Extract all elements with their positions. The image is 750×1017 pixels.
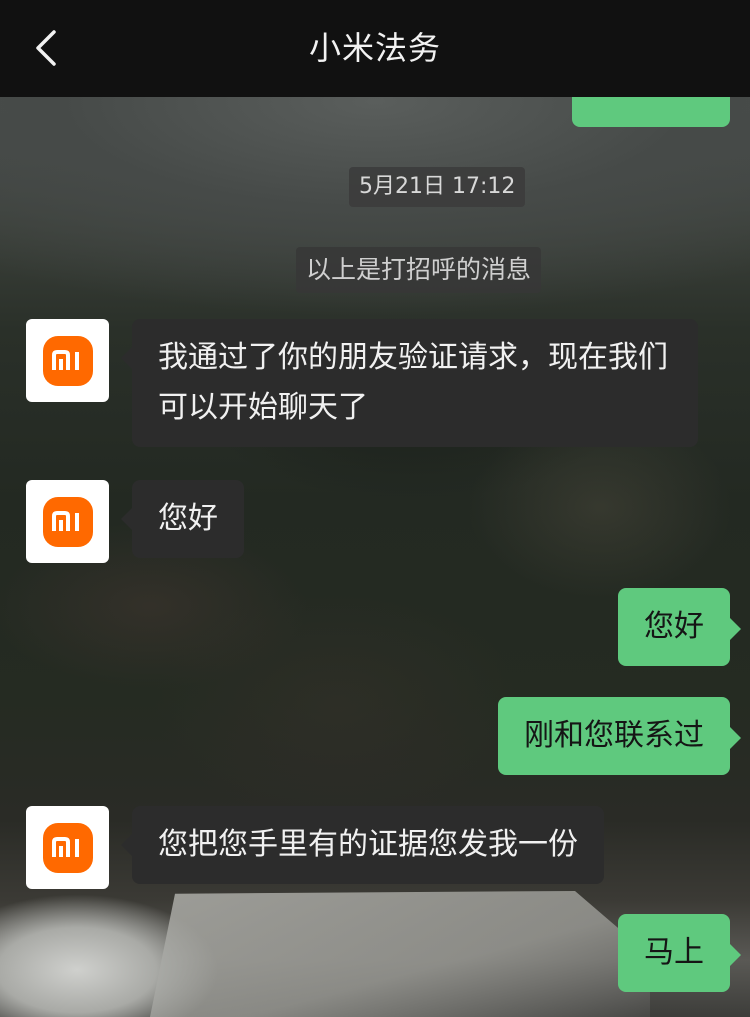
xiaomi-logo-icon (42, 335, 93, 386)
outgoing-message-bubble[interactable]: 刚和您联系过 (498, 697, 741, 775)
incoming-message-bubble[interactable]: 您好 (121, 480, 244, 558)
message-timestamp: 5月21日 17:12 (349, 167, 526, 207)
chevron-left-icon (36, 30, 56, 66)
system-message: 以上是打招呼的消息 (296, 247, 542, 293)
contact-avatar[interactable] (26, 319, 109, 402)
xiaomi-logo-icon (42, 822, 93, 873)
contact-avatar[interactable] (26, 480, 109, 563)
xiaomi-logo-icon (42, 496, 93, 547)
chat-title: 小米法务 (308, 29, 441, 67)
message-list[interactable]: 5月21日 17:12 以上是打招呼的消息 我通过了你的朋友验证请求，现在我们可… (0, 37, 750, 1017)
contact-avatar[interactable] (26, 806, 109, 889)
outgoing-message-bubble[interactable]: 您好 (618, 588, 741, 666)
chat-header: 小米法务 (0, 0, 750, 97)
incoming-message-bubble[interactable]: 您把您手里有的证据您发我一份 (121, 806, 604, 884)
back-button[interactable] (26, 26, 70, 70)
incoming-message-bubble[interactable]: 我通过了你的朋友验证请求，现在我们可以开始聊天了 (121, 319, 698, 447)
outgoing-message-bubble[interactable]: 马上 (618, 914, 741, 992)
